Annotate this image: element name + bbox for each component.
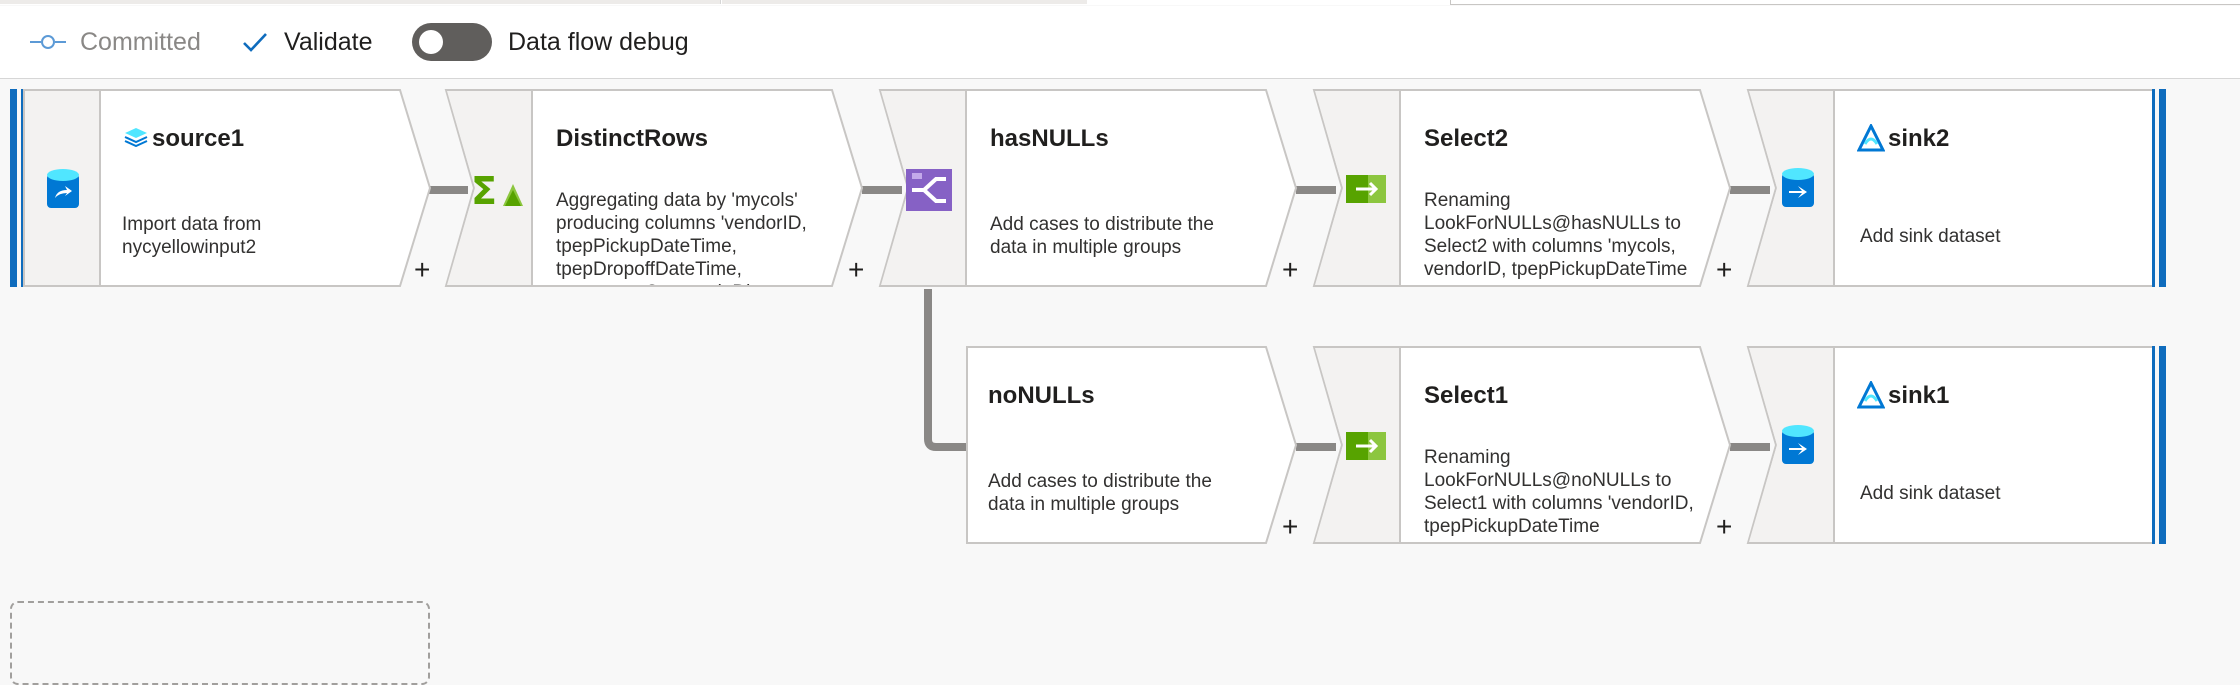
- node-title: DistinctRows: [556, 125, 709, 152]
- node-description: Add sink dataset: [1860, 483, 2001, 504]
- svg-text:Σ: Σ: [471, 170, 497, 210]
- synapse-icon: [1856, 123, 1886, 153]
- aggregate-icon: Σ: [470, 167, 526, 213]
- node-select2[interactable]: Select2 Renaming LookForNULLs@hasNULLs t…: [1312, 89, 1732, 287]
- top-tab-strip: [0, 0, 2240, 5]
- node-title: source1: [152, 125, 245, 152]
- node-hasnulls[interactable]: hasNULLs Add cases to distribute the dat…: [878, 89, 1298, 287]
- validate-label: Validate: [284, 27, 373, 56]
- sink-dataset-icon: [1778, 422, 1818, 470]
- add-transformation-button[interactable]: +: [1716, 513, 1732, 541]
- commit-icon: [30, 35, 66, 49]
- add-transformation-button[interactable]: +: [848, 256, 864, 284]
- node-title: Select2: [1424, 125, 1509, 152]
- node-description: Renaming LookForNULLs@hasNULLs to Select…: [1424, 190, 1688, 280]
- add-source-placeholder[interactable]: [10, 601, 430, 685]
- node-sink2[interactable]: sink2 Add sink dataset: [1746, 89, 2168, 287]
- node-select1[interactable]: Select1 Renaming LookForNULLs@noNULLs to…: [1312, 346, 1732, 544]
- toggle-knob: [419, 30, 443, 54]
- add-transformation-button[interactable]: +: [1282, 513, 1298, 541]
- synapse-icon: [1856, 380, 1886, 410]
- select-icon: [1344, 171, 1388, 207]
- node-title: Select1: [1424, 382, 1509, 409]
- node-description: Add cases to distribute the data in mult…: [988, 471, 1212, 515]
- validate-button[interactable]: Validate: [242, 6, 373, 78]
- checkmark-icon: [243, 33, 267, 52]
- tab-strip-segment: [0, 0, 721, 4]
- committed-button[interactable]: Committed: [30, 6, 201, 78]
- node-description: Renaming LookForNULLs@noNULLs to Select1…: [1424, 447, 1694, 537]
- node-description: Import data from nycyellowinput2: [122, 214, 262, 258]
- data-flow-debug-control: Data flow debug: [412, 6, 689, 78]
- debug-toggle[interactable]: [412, 23, 492, 61]
- select-icon: [1344, 428, 1388, 464]
- node-description: Aggregating data by 'mycols' producing c…: [556, 190, 807, 285]
- node-source1[interactable]: source1 Import data from nycyellowinput2…: [10, 89, 432, 287]
- dataflow-canvas[interactable]: source1 Import data from nycyellowinput2…: [0, 79, 2240, 685]
- sink-dataset-icon: [1778, 165, 1818, 213]
- add-transformation-button[interactable]: +: [1716, 256, 1732, 284]
- add-transformation-button[interactable]: +: [414, 256, 430, 284]
- node-title: sink1: [1888, 382, 1950, 409]
- node-title: sink2: [1888, 125, 1950, 152]
- conditional-split-icon: [904, 167, 954, 213]
- node-distinctrows[interactable]: Σ DistinctRows Aggregating data by 'myco…: [444, 89, 864, 287]
- source-dataset-icon: [40, 167, 86, 213]
- dataset-layers-icon: [122, 125, 150, 149]
- dataflow-toolbar: Committed Validate Data flow debug: [0, 6, 2240, 79]
- node-nonulls[interactable]: noNULLs Add cases to distribute the data…: [966, 346, 1298, 544]
- branch-connector: [924, 289, 970, 451]
- committed-label: Committed: [80, 27, 201, 56]
- node-sink1[interactable]: sink1 Add sink dataset: [1746, 346, 2168, 544]
- add-transformation-button[interactable]: +: [1282, 256, 1298, 284]
- debug-label: Data flow debug: [508, 27, 689, 56]
- tab-strip-segment: [1450, 0, 2240, 5]
- node-description: Add cases to distribute the data in mult…: [990, 214, 1214, 258]
- node-description: Add sink dataset: [1860, 226, 2001, 247]
- node-title: hasNULLs: [990, 125, 1109, 152]
- node-title: noNULLs: [988, 382, 1095, 409]
- tab-strip-segment: [722, 0, 1087, 4]
